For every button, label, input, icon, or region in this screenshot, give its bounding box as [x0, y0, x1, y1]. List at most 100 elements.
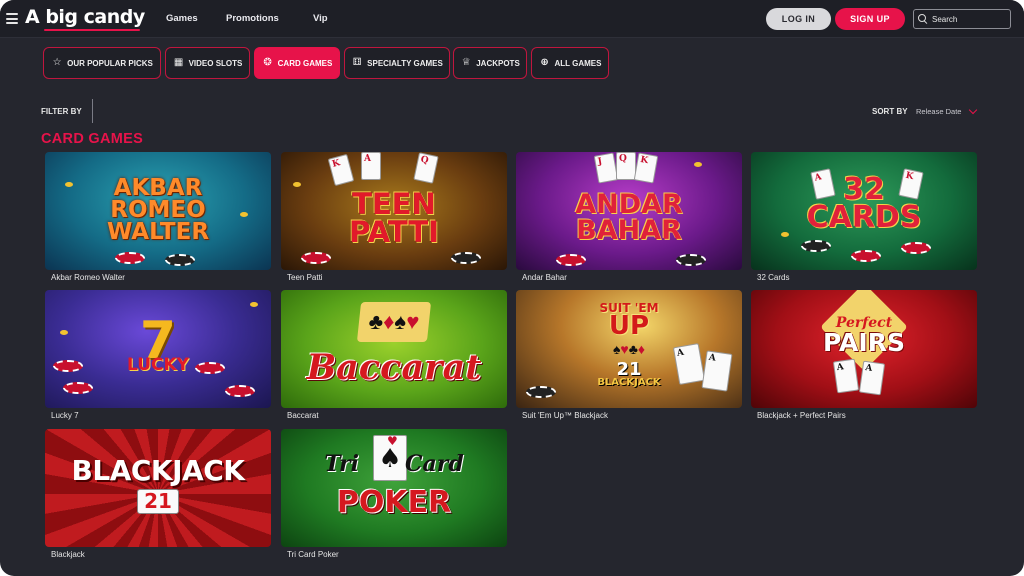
chip-decoration [301, 252, 331, 264]
tab-label: CARD GAMES [277, 58, 333, 68]
game-art-21: 21 [616, 358, 642, 380]
playing-card-decoration: A [701, 350, 733, 392]
game-title[interactable]: Suit 'Em Up™ Blackjack [522, 411, 742, 420]
game-thumbnail[interactable]: A A Perfect PAIRS [751, 290, 977, 408]
plus-circle-icon: ⊕ [540, 57, 549, 68]
game-title[interactable]: Baccarat [287, 411, 507, 420]
game-title[interactable]: Teen Patti [287, 273, 507, 282]
game-art-21: 21 [137, 488, 179, 514]
game-card-teen-patti[interactable]: K A Q TEEN PATTI Teen Patti [281, 152, 507, 282]
game-thumbnail[interactable]: ♠ ♥ Tri Card POKER [281, 429, 507, 547]
game-thumbnail[interactable]: A K 32 CARDS [751, 152, 977, 270]
chip-decoration [225, 385, 255, 397]
game-title[interactable]: Akbar Romeo Walter [51, 273, 271, 282]
game-art-title: PAIRS [823, 330, 905, 355]
tab-label: OUR POPULAR PICKS [67, 58, 153, 68]
app-window: A big candy Games Promotions Vip LOG IN … [0, 0, 1024, 576]
chip-decoration [165, 254, 195, 266]
playing-card-decoration: Q [616, 152, 636, 180]
playing-card-decoration: A [858, 360, 886, 396]
game-title[interactable]: Blackjack [51, 550, 271, 559]
game-card-andar-bahar[interactable]: J Q K ANDAR BAHAR Andar Bahar [516, 152, 742, 282]
nav-games[interactable]: Games [166, 13, 198, 24]
game-art-title: 32 CARDS [806, 174, 922, 235]
logo[interactable]: A big candy [25, 6, 145, 28]
game-card-blackjack[interactable]: BLACKJACK 21 Blackjack [45, 429, 271, 559]
art-line: 21 [616, 358, 642, 380]
search-box[interactable] [913, 9, 1011, 29]
game-card-suit-em-up-blackjack[interactable]: A A SUIT 'EM UP ♠♥♣♦ 21 BLACKJACK Suit '… [516, 290, 742, 420]
signup-button[interactable]: SIGN UP [835, 8, 905, 30]
game-title[interactable]: Tri Card Poker [287, 550, 507, 559]
chip-decoration [63, 382, 93, 394]
art-line: Card [404, 451, 464, 478]
art-line: WALTER [106, 218, 210, 245]
nav-promotions[interactable]: Promotions [226, 13, 279, 24]
game-card-blackjack-perfect-pairs[interactable]: A A Perfect PAIRS Blackjack + Perfect Pa… [751, 290, 977, 420]
game-card-akbar-romeo-walter[interactable]: AKBAR ROMEO WALTER Akbar Romeo Walter [45, 152, 271, 282]
art-line: UP [608, 311, 650, 342]
sort-select[interactable]: Release Date [916, 107, 961, 116]
tab-specialty-games[interactable]: ⚅ SPECIALTY GAMES [344, 47, 450, 79]
tab-all-games[interactable]: ⊕ ALL GAMES [531, 47, 609, 79]
chip-decoration [801, 240, 831, 252]
game-thumbnail[interactable]: A A SUIT 'EM UP ♠♥♣♦ 21 BLACKJACK [516, 290, 742, 408]
chip-decoration [195, 362, 225, 374]
game-card-32-cards[interactable]: A K 32 CARDS 32 Cards [751, 152, 977, 282]
game-title[interactable]: Andar Bahar [522, 273, 742, 282]
poker-chip-icon: ❂ [263, 57, 272, 68]
chevron-down-icon[interactable] [968, 105, 978, 115]
game-card-tri-card-poker[interactable]: ♠ ♥ Tri Card POKER Tri Card Poker [281, 429, 507, 559]
art-line: 21 [144, 488, 172, 513]
playing-card-decoration: K [633, 152, 659, 184]
game-art-title: TEEN PATTI [349, 190, 439, 249]
filter-divider [92, 99, 93, 123]
game-thumbnail[interactable]: BLACKJACK 21 [45, 429, 271, 547]
chip-decoration [556, 254, 586, 266]
art-line: BLACKJACK [71, 454, 245, 488]
art-line: CARDS [806, 200, 922, 235]
card-suits-icon: ♣ ♦ ♠ ♥ [356, 302, 432, 342]
chip-decoration [526, 386, 556, 398]
filter-by-button[interactable]: FILTER BY [41, 107, 82, 116]
heart-icon: ♥ [387, 434, 398, 448]
hamburger-menu-icon[interactable] [6, 13, 18, 24]
art-line: LUCKY [127, 354, 189, 375]
search-input[interactable] [932, 14, 1010, 24]
game-card-lucky-7[interactable]: 7 LUCKY Lucky 7 [45, 290, 271, 420]
coin-decoration [65, 182, 73, 187]
game-art-blackjack: BLACKJACK [597, 378, 660, 388]
art-line: Baccarat [306, 347, 482, 389]
section-title: CARD GAMES [41, 131, 144, 147]
playing-card-decoration: J [593, 152, 619, 184]
game-thumbnail[interactable]: ♣ ♦ ♠ ♥ Baccarat [281, 290, 507, 408]
tab-jackpots[interactable]: ♕ JACKPOTS [453, 47, 527, 79]
game-thumbnail[interactable]: 7 LUCKY [45, 290, 271, 408]
game-thumbnail[interactable]: J Q K ANDAR BAHAR [516, 152, 742, 270]
coin-decoration [781, 232, 789, 237]
sort-by-label: SORT BY [872, 107, 908, 116]
star-badge-icon: ☆ [52, 57, 62, 68]
game-card-baccarat[interactable]: ♣ ♦ ♠ ♥ Baccarat Baccarat [281, 290, 507, 420]
art-line: PATTI [349, 215, 439, 249]
game-art-top-words: Tri Card [324, 451, 464, 478]
trophy-icon: ♕ [461, 57, 471, 68]
tab-video-slots[interactable]: ▦ VIDEO SLOTS [165, 47, 250, 79]
playing-card-decoration: A [672, 343, 706, 385]
chip-decoration [851, 250, 881, 262]
game-art-title: Baccarat [306, 347, 482, 389]
search-icon [918, 14, 928, 24]
game-title[interactable]: Blackjack + Perfect Pairs [757, 411, 977, 420]
tab-card-games[interactable]: ❂ CARD GAMES [254, 47, 340, 79]
game-thumbnail[interactable]: AKBAR ROMEO WALTER [45, 152, 271, 270]
game-art-title: AKBAR ROMEO WALTER [106, 177, 210, 245]
playing-card-decoration: A [361, 152, 381, 180]
tab-our-popular-picks[interactable]: ☆ OUR POPULAR PICKS [43, 47, 161, 79]
slot-machine-icon: ▦ [173, 57, 184, 68]
game-thumbnail[interactable]: K A Q TEEN PATTI [281, 152, 507, 270]
nav-vip[interactable]: Vip [313, 13, 328, 24]
login-button[interactable]: LOG IN [766, 8, 831, 30]
game-title[interactable]: 32 Cards [757, 273, 977, 282]
chip-decoration [676, 254, 706, 266]
game-title[interactable]: Lucky 7 [51, 411, 271, 420]
